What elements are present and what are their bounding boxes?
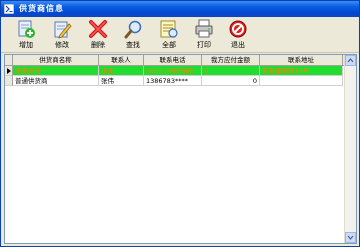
print-button[interactable]: 打印 xyxy=(189,19,219,52)
add-icon xyxy=(18,20,35,38)
chevron-down-icon xyxy=(347,235,354,240)
column-header-name[interactable]: 供货商名称 xyxy=(13,55,99,65)
column-header-phone[interactable]: 联系电话 xyxy=(144,55,202,65)
cell-address[interactable] xyxy=(260,76,343,86)
delete-icon xyxy=(89,20,107,38)
title-bar[interactable]: 供货商信息 xyxy=(1,1,359,17)
column-header-contact[interactable]: 联系人 xyxy=(99,55,144,65)
add-button[interactable]: 增加 xyxy=(11,19,41,52)
scroll-up-button[interactable] xyxy=(345,55,356,66)
grid-header: 供货商名称 联系人 联系电话 我方应付金额 联系地址 记 xyxy=(5,55,353,66)
vertical-scrollbar[interactable] xyxy=(344,55,356,243)
all-icon xyxy=(160,20,178,38)
cell-address[interactable]: 莘县建设路18号 xyxy=(260,66,343,76)
exit-icon xyxy=(229,20,247,38)
cell-contact[interactable]: 张伟 xyxy=(99,76,144,86)
chevron-up-icon xyxy=(347,58,354,63)
column-header-amount[interactable]: 我方应付金额 xyxy=(202,55,260,65)
delete-label: 删除 xyxy=(91,41,105,49)
cell-phone[interactable]: 1386783**** xyxy=(144,76,202,86)
add-label: 增加 xyxy=(19,41,33,49)
delete-button[interactable]: 删除 xyxy=(83,19,113,52)
exit-button[interactable]: 退出 xyxy=(223,19,253,52)
window-title: 供货商信息 xyxy=(19,4,64,13)
toolbar: 增加 修改 删除 查找 全部 打印 退出 xyxy=(1,18,359,53)
supplier-info-window: 供货商信息 增加 修改 删除 查找 全部 打印 退出 供货商名称 联系人 联系电… xyxy=(0,0,360,247)
search-label: 查找 xyxy=(126,41,140,49)
cell-amount[interactable]: 0 xyxy=(202,76,260,86)
row-indicator xyxy=(5,66,13,76)
cell-contact[interactable]: 小王 xyxy=(99,66,144,76)
all-label: 全部 xyxy=(162,41,176,49)
table-row[interactable]: 普通供货商 张伟 1386783**** 0 xyxy=(5,76,345,86)
supplier-grid[interactable]: 供货商名称 联系人 联系电话 我方应付金额 联系地址 记 天意软件 小王 063… xyxy=(4,54,357,244)
exit-label: 退出 xyxy=(231,41,245,49)
cell-name[interactable]: 天意软件 xyxy=(13,66,99,76)
row-indicator-header xyxy=(5,55,13,65)
search-icon xyxy=(124,20,142,39)
current-row-arrow-icon xyxy=(7,68,11,74)
row-indicator xyxy=(5,76,13,86)
print-icon xyxy=(195,19,213,38)
table-row[interactable]: 天意软件 小王 0635-7987685 0 莘县建设路18号 xyxy=(5,66,345,76)
app-icon xyxy=(4,4,14,14)
edit-button[interactable]: 修改 xyxy=(47,19,77,52)
cell-phone[interactable]: 0635-7987685 xyxy=(144,66,202,76)
search-button[interactable]: 查找 xyxy=(118,19,148,52)
all-button[interactable]: 全部 xyxy=(154,19,184,52)
scroll-down-button[interactable] xyxy=(345,232,356,243)
edit-icon xyxy=(54,21,72,39)
cell-name[interactable]: 普通供货商 xyxy=(13,76,99,86)
edit-label: 修改 xyxy=(55,41,69,49)
column-header-address[interactable]: 联系地址 xyxy=(260,55,343,65)
print-label: 打印 xyxy=(197,41,211,49)
cell-amount[interactable]: 0 xyxy=(202,66,260,76)
